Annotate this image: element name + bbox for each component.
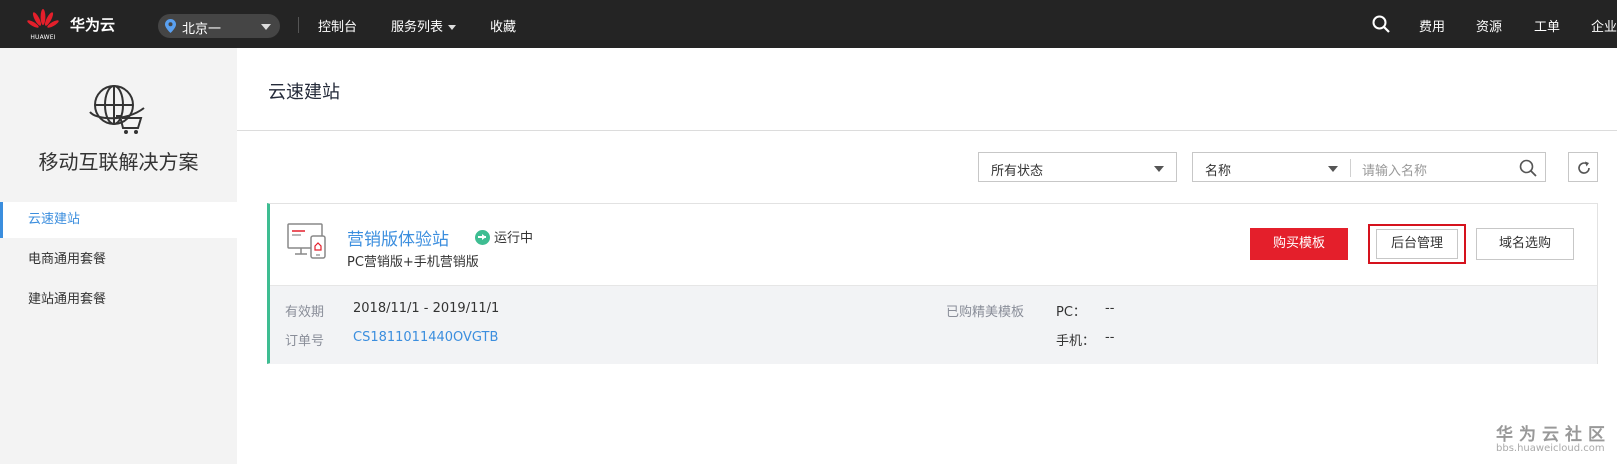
- site-name-link[interactable]: 营销版体验站: [347, 225, 449, 250]
- order-number-link[interactable]: CS1811011440OVGTB: [353, 330, 498, 345]
- chevron-down-icon: [448, 25, 457, 30]
- huawei-logo[interactable]: HUAWEI: [26, 9, 60, 41]
- site-card-details: 有效期 2018/11/1 - 2019/11/1 订单号 CS18110114…: [270, 285, 1597, 364]
- search-icon[interactable]: [1519, 159, 1537, 177]
- buy-template-button[interactable]: 购买模板: [1250, 228, 1348, 260]
- site-card: 营销版体验站 运行中 PC营销版+手机营销版 购买模板 后台管理 域名选购 有效…: [267, 203, 1598, 364]
- pc-template-value: --: [1105, 301, 1115, 316]
- mobile-template-value: --: [1105, 330, 1115, 345]
- region-label: 北京一: [182, 22, 222, 37]
- nav-divider: [298, 17, 299, 33]
- location-pin-icon: [165, 19, 176, 33]
- sidebar-item-ecommerce-package[interactable]: 电商通用套餐: [0, 242, 237, 278]
- huawei-logo-text: HUAWEI: [30, 34, 56, 41]
- watermark-url: bbs.huaweicloud.com: [1496, 443, 1605, 454]
- region-selector[interactable]: 北京一: [158, 14, 280, 38]
- purchased-templates-label: 已购精美模板: [946, 305, 1025, 320]
- nav-resources[interactable]: 资源: [1476, 16, 1502, 35]
- top-navigation-bar: HUAWEI 华为云 北京一 控制台 服务列表 收藏 费用 资源 工单 企业: [0, 0, 1617, 48]
- search-icon[interactable]: [1372, 15, 1390, 33]
- nav-service-list[interactable]: 服务列表: [391, 16, 457, 35]
- sidebar-item-site-package[interactable]: 建站通用套餐: [0, 282, 237, 318]
- search-input[interactable]: 请输入名称: [1350, 152, 1546, 182]
- sidebar-header: 移动互联解决方案: [0, 48, 237, 200]
- order-label: 订单号: [285, 334, 325, 349]
- huawei-flower-icon: [27, 9, 59, 28]
- input-divider: [1350, 159, 1351, 177]
- chevron-down-icon: [261, 24, 271, 30]
- status-badge: 运行中: [475, 227, 533, 246]
- sidebar: 移动互联解决方案 云速建站 电商通用套餐 建站通用套餐: [0, 48, 237, 464]
- status-label: 运行中: [494, 231, 534, 246]
- backend-management-button[interactable]: 后台管理: [1376, 229, 1458, 259]
- search-placeholder: 请输入名称: [1362, 164, 1428, 179]
- status-filter-value: 所有状态: [991, 164, 1044, 179]
- nav-fees[interactable]: 费用: [1419, 16, 1445, 35]
- brand-name[interactable]: 华为云: [70, 14, 115, 35]
- page-title: 云速建站: [268, 82, 340, 103]
- chevron-down-icon: [1154, 166, 1164, 172]
- search-field-select[interactable]: 名称: [1192, 152, 1350, 182]
- sidebar-item-cloud-site-builder[interactable]: 云速建站: [0, 202, 237, 238]
- validity-label: 有效期: [285, 305, 325, 320]
- pc-template-label: PC：: [1056, 305, 1086, 320]
- sidebar-title: 移动互联解决方案: [38, 150, 199, 174]
- backend-management-highlight: 后台管理: [1368, 224, 1466, 264]
- header-divider: [237, 130, 1617, 131]
- nav-tickets[interactable]: 工单: [1534, 16, 1560, 35]
- status-filter-select[interactable]: 所有状态: [978, 152, 1177, 182]
- nav-enterprise[interactable]: 企业: [1591, 16, 1617, 35]
- running-status-icon: [475, 230, 490, 245]
- search-field-value: 名称: [1205, 164, 1232, 179]
- refresh-button[interactable]: [1568, 152, 1598, 182]
- pc-mobile-site-icon: [287, 223, 326, 259]
- globe-cart-icon: [89, 85, 145, 134]
- nav-console[interactable]: 控制台: [318, 16, 357, 35]
- chevron-down-icon: [1328, 166, 1338, 172]
- mobile-template-label: 手机：: [1056, 334, 1096, 349]
- nav-service-list-label: 服务列表: [391, 20, 444, 35]
- nav-favorites[interactable]: 收藏: [490, 16, 516, 35]
- site-edition: PC营销版+手机营销版: [347, 255, 479, 270]
- site-card-header: 营销版体验站 运行中 PC营销版+手机营销版 购买模板 后台管理 域名选购: [270, 204, 1597, 285]
- refresh-icon: [1578, 161, 1590, 174]
- domain-purchase-button[interactable]: 域名选购: [1476, 228, 1574, 260]
- validity-value: 2018/11/1 - 2019/11/1: [353, 301, 500, 316]
- watermark-title: 华为云社区: [1496, 425, 1611, 445]
